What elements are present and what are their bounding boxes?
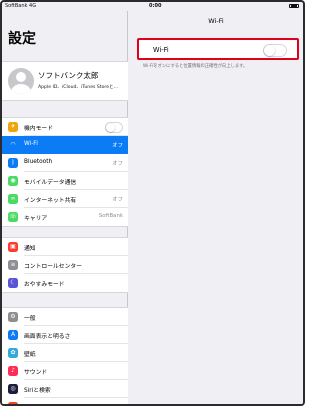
siri-icon: ◎ xyxy=(8,383,18,394)
avatar xyxy=(8,68,34,94)
settings-row-sounds[interactable]: ♪ サウンド xyxy=(2,362,128,380)
settings-row-bluetooth[interactable]: ᛒ Bluetooth オフ xyxy=(2,154,128,172)
notifications-icon: ▣ xyxy=(8,241,18,252)
apple-id-profile[interactable]: ソフトバンク太郎 Apple ID、iCloud、iTunes Storeと..… xyxy=(2,61,128,101)
settings-row-label: 機内モード xyxy=(24,126,53,132)
detail-title: Wi-Fi xyxy=(208,17,224,25)
settings-row-label: Wi-Fi xyxy=(24,141,38,147)
settings-row-label: 一般 xyxy=(24,316,36,322)
settings-group-notifications: ▣ 通知 ≡ コントロールセンター ☾ おやすみモード xyxy=(2,237,128,293)
status-clock: 0:00 xyxy=(149,3,162,9)
bluetooth-icon: ᛒ xyxy=(8,157,18,168)
settings-master-pane: 設定 ソフトバンク太郎 Apple ID、iCloud、iTunes Store… xyxy=(2,11,128,404)
airplane-mode-toggle[interactable] xyxy=(105,121,123,133)
general-icon: ⚙ xyxy=(8,311,18,322)
settings-row-airplane[interactable]: ✈ 機内モード xyxy=(2,118,128,136)
status-bar: SoftBank 4G 0:00 xyxy=(2,2,303,11)
wifi-toggle[interactable] xyxy=(263,43,287,57)
settings-row-do-not-disturb[interactable]: ☾ おやすみモード xyxy=(2,274,128,292)
airplane-icon: ✈ xyxy=(8,121,18,132)
carrier-label: SoftBank 4G xyxy=(5,3,37,9)
settings-row-general[interactable]: ⚙ 一般 xyxy=(2,308,128,326)
settings-row-value: オフ xyxy=(112,197,123,203)
settings-row-carrier[interactable]: ☏ キャリア SoftBank xyxy=(2,208,128,226)
settings-row-label: キャリア xyxy=(24,216,48,222)
settings-row-notifications[interactable]: ▣ 通知 xyxy=(2,238,128,256)
sounds-icon: ♪ xyxy=(8,365,18,376)
wifi-footnote: Wi-Fiをオンにすると位置情報の正確性が向上します。 xyxy=(143,64,248,69)
settings-row-control-center[interactable]: ≡ コントロールセンター xyxy=(2,256,128,274)
settings-row-siri[interactable]: ◎ Siriと検索 xyxy=(2,380,128,398)
settings-row-passcode[interactable]: ▮パスコード xyxy=(2,398,128,404)
settings-row-hotspot[interactable]: ∞ インターネット共有 オフ xyxy=(2,190,128,208)
settings-row-display[interactable]: A 画面表示と明るさ xyxy=(2,326,128,344)
display-icon: A xyxy=(8,329,18,340)
profile-subtitle: Apple ID、iCloud、iTunes Storeと... xyxy=(38,85,119,90)
passcode-icon: ▮ xyxy=(8,401,18,404)
settings-row-label: Bluetooth xyxy=(24,159,53,165)
settings-row-value: SoftBank xyxy=(98,213,123,219)
settings-group-general: ⚙ 一般 A 画面表示と明るさ ✿ 壁紙 ♪ サウンド ◎ Siriと検索 ▮パスコード xyxy=(2,307,128,404)
battery-icon xyxy=(289,4,299,8)
settings-row-wallpaper[interactable]: ✿ 壁紙 xyxy=(2,344,128,362)
settings-row-label: 壁紙 xyxy=(24,352,36,358)
carrier-icon: ☏ xyxy=(8,211,18,222)
settings-row-label: Siriと検索 xyxy=(24,388,51,394)
ipad-screen: SoftBank 4G 0:00 設定 ソフトバンク太郎 Apple ID、iC… xyxy=(0,0,305,406)
settings-row-value: オフ xyxy=(112,143,123,149)
settings-row-label: インターネット共有 xyxy=(24,198,77,204)
settings-row-wifi[interactable]: ◠ Wi-Fi オフ xyxy=(2,136,128,154)
wallpaper-icon: ✿ xyxy=(8,347,18,358)
settings-row-label: モバイルデータ通信 xyxy=(24,180,77,186)
settings-row-label: 通知 xyxy=(24,246,36,252)
wifi-toggle-cell[interactable]: Wi-Fi xyxy=(137,38,299,60)
settings-row-label: おやすみモード xyxy=(24,282,65,288)
settings-row-value: オフ xyxy=(112,161,123,167)
do-not-disturb-icon: ☾ xyxy=(8,277,18,288)
settings-row-label: サウンド xyxy=(24,370,48,376)
profile-name: ソフトバンク太郎 xyxy=(38,71,99,80)
settings-group-connectivity: ✈ 機内モード ◠ Wi-Fi オフ ᛒ Bluetooth オフ ◉ モバイルデータ通信 ∞ インタ… xyxy=(2,117,128,227)
wifi-icon: ◠ xyxy=(8,139,18,150)
cellular-icon: ◉ xyxy=(8,175,18,186)
wifi-label: Wi-Fi xyxy=(153,46,169,54)
page-title: 設定 xyxy=(8,31,36,47)
settings-row-label: 画面表示と明るさ xyxy=(24,334,71,340)
control-center-icon: ≡ xyxy=(8,259,18,270)
settings-row-label: コントロールセンター xyxy=(24,264,82,270)
hotspot-icon: ∞ xyxy=(8,193,18,204)
wifi-detail-pane: Wi-Fi Wi-Fi Wi-Fiをオンにすると位置情報の正確性が向上します。 xyxy=(129,11,303,404)
settings-row-cellular[interactable]: ◉ モバイルデータ通信 xyxy=(2,172,128,190)
